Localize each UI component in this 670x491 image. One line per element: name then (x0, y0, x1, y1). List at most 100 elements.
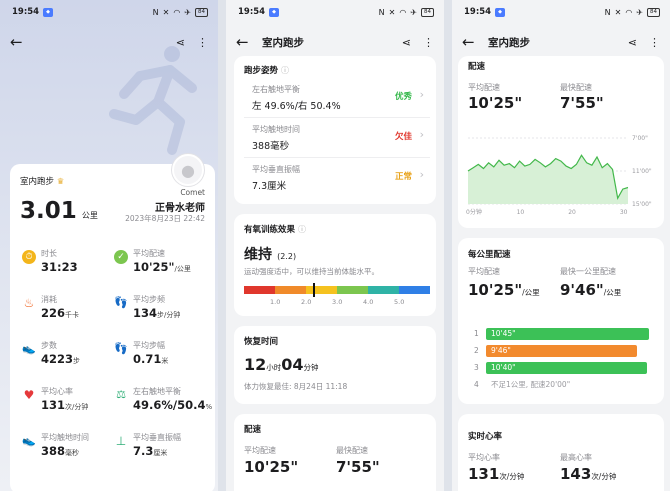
metric-duration: ⏱ 时长 31:23 (22, 248, 117, 278)
posture-title: 跑步姿势 (244, 66, 279, 76)
scale-tick: 4.0 (363, 298, 374, 306)
avatar: ● (172, 154, 204, 186)
chevron-right-icon: › (419, 128, 424, 141)
x-tick-label: 10 (517, 209, 525, 216)
status-badge: 正常 (394, 172, 412, 182)
user-name: 正骨水老师 (155, 203, 205, 214)
balance-icon: ⚖ (116, 388, 126, 401)
hr-max-unit: 次/分钟 (591, 472, 617, 481)
hr-title: 实时心率 (468, 432, 503, 442)
more-menu-icon[interactable]: ⋮ (649, 36, 660, 49)
pace-check-icon: ✓ (114, 250, 128, 264)
wifi-icon: ◠ (399, 7, 407, 17)
aerobic-effect-card: 有氧训练效果 ⓘ 维持 (2.2) 运动强度适中，可以维持当前体能水平。 1.0… (234, 214, 436, 316)
flame-icon: ♨ (23, 296, 35, 310)
posture-row-contact[interactable]: 平均触地时间 388毫秒 欠佳 › (244, 118, 430, 158)
y-tick-label: 11'00" (632, 168, 652, 175)
scale-segment (368, 286, 399, 294)
back-arrow-icon[interactable]: ← (10, 33, 30, 51)
top-bar: ← 室内跑步 ⋖ ⋮ (226, 28, 444, 56)
wifi-icon: ◠ (625, 7, 633, 17)
scale-segment (244, 286, 275, 294)
mute-icon: ✕ (388, 7, 396, 17)
pace-title: 配速 (468, 62, 486, 72)
pace-detail-screen: 19:54 ◆ N ✕ ◠ ✈ 84 ← 室内跑步 ⋖ ⋮ 配速 平均配速 10… (452, 0, 670, 491)
user-avatar-icon: ● (181, 160, 195, 180)
metric-cadence: 👣 平均步频 134步/分钟 (114, 295, 181, 320)
aerobic-title: 有氧训练效果 (244, 225, 296, 235)
chevron-right-icon: › (419, 168, 424, 181)
recovery-title: 恢复时间 (244, 337, 279, 347)
pace-card: 配速 平均配速 10'25" 最快配速 7'55" (234, 414, 436, 491)
back-arrow-icon[interactable]: ← (462, 33, 482, 51)
recovery-hours: 12 (244, 355, 267, 374)
timer-icon: ⏱ (22, 250, 36, 264)
status-time: 19:54 (464, 7, 492, 17)
running-posture-card: 跑步姿势 ⓘ 左右触地平衡 左 49.6%/右 50.4% 优秀 › 平均触地时… (234, 56, 436, 204)
more-menu-icon[interactable]: ⋮ (423, 36, 434, 49)
recovery-note: 体力恢复最佳: 8月24日 11:18 (244, 382, 348, 391)
avg-pace-value: 10'25" (468, 94, 523, 112)
activity-title: 室内跑步 (20, 177, 55, 187)
km-index-label: 1 (474, 329, 479, 338)
distance-value: 3.01 (20, 198, 77, 224)
y-tick-label: 7'00" (632, 135, 648, 142)
scale-ticks: 1.0 2.0 3.0 4.0 5.0 (244, 298, 430, 308)
metric-steps: 👟 步数 4223步 (22, 341, 81, 366)
info-icon[interactable]: ⓘ (298, 225, 306, 234)
shoe-icon: 👟 (22, 342, 36, 355)
top-bar: ← 室内跑步 ⋖ ⋮ (452, 28, 670, 56)
shoe-time-icon: 👟 (22, 434, 36, 447)
recovery-minutes-unit: 分钟 (303, 363, 319, 372)
posture-row-oscillation[interactable]: 平均垂直振幅 7.3厘米 正常 › (244, 158, 430, 198)
distance-unit: 公里 (81, 211, 98, 220)
posture-row-balance[interactable]: 左右触地平衡 左 49.6%/右 50.4% 优秀 › (244, 78, 430, 118)
metric-avg-pace: ✓ 平均配速 10'25"/公里 (114, 248, 209, 278)
avg-pace-value: 10'25" (244, 458, 299, 476)
hr-avg-unit: 次/分钟 (499, 472, 525, 481)
scale-tick: 5.0 (394, 298, 405, 306)
fastest-pace-value: 7'55" (560, 94, 604, 112)
running-detail-screen: 19:54 ◆ N ✕ ◠ ✈ 84 ← 室内跑步 ⋖ ⋮ 跑步姿势 ⓘ 左右触… (226, 0, 444, 491)
km-pace-bar: 9'46" (486, 345, 638, 357)
km-pace-bar: 不足1公里, 配速20'00" (491, 380, 571, 389)
user-nick: Comet (180, 188, 205, 197)
medal-icon: ♛ (56, 177, 65, 187)
mute-icon: ✕ (162, 7, 170, 17)
battery-icon: 84 (647, 7, 660, 17)
status-time: 19:54 (238, 7, 266, 17)
status-time: 19:54 (12, 7, 40, 17)
y-tick-label: 15'00" (632, 201, 652, 208)
stride-footprints-icon: 👣 (114, 342, 128, 355)
airplane-icon: ✈ (184, 7, 191, 17)
nfc-icon: N (378, 7, 385, 17)
scale-segment (275, 286, 306, 294)
scale-segment (399, 286, 430, 294)
nfc-icon: N (604, 7, 611, 17)
km-index-label: 3 (474, 363, 479, 372)
metric-calories: ♨ 消耗 226千卡 (23, 295, 80, 320)
hr-avg-value: 131 (468, 465, 500, 483)
share-icon[interactable]: ⋖ (402, 36, 411, 49)
status-bar: 19:54 ◆ N ✕ ◠ ✈ 84 (452, 0, 670, 24)
status-badge: 欠佳 (394, 132, 412, 142)
notification-badge-icon: ◆ (269, 7, 280, 17)
page-title: 室内跑步 (488, 36, 530, 49)
airplane-icon: ✈ (636, 7, 643, 17)
per-km-avg-value: 10'25" (468, 281, 523, 299)
share-icon[interactable]: ⋖ (628, 36, 637, 49)
mute-icon: ✕ (614, 7, 622, 17)
scale-tick: 2.0 (301, 298, 312, 306)
per-km-pace-card: 每公里配速 平均配速 10'25"/公里 最快一公里配速 9'46"/公里 11… (458, 238, 664, 404)
km-pace-bar: 10'45" (486, 328, 649, 340)
info-icon[interactable]: ⓘ (281, 66, 289, 75)
aerobic-level-marker (313, 283, 316, 297)
fastest-pace-value: 7'55" (336, 458, 380, 476)
per-km-fast-value: 9'46" (560, 281, 604, 299)
per-km-fast-unit: /公里 (603, 288, 622, 297)
x-tick-label: 20 (568, 209, 576, 216)
hr-max-value: 143 (560, 465, 592, 483)
scale-tick: 1.0 (270, 298, 281, 306)
notification-badge-icon: ◆ (495, 7, 506, 17)
back-arrow-icon[interactable]: ← (236, 33, 256, 51)
